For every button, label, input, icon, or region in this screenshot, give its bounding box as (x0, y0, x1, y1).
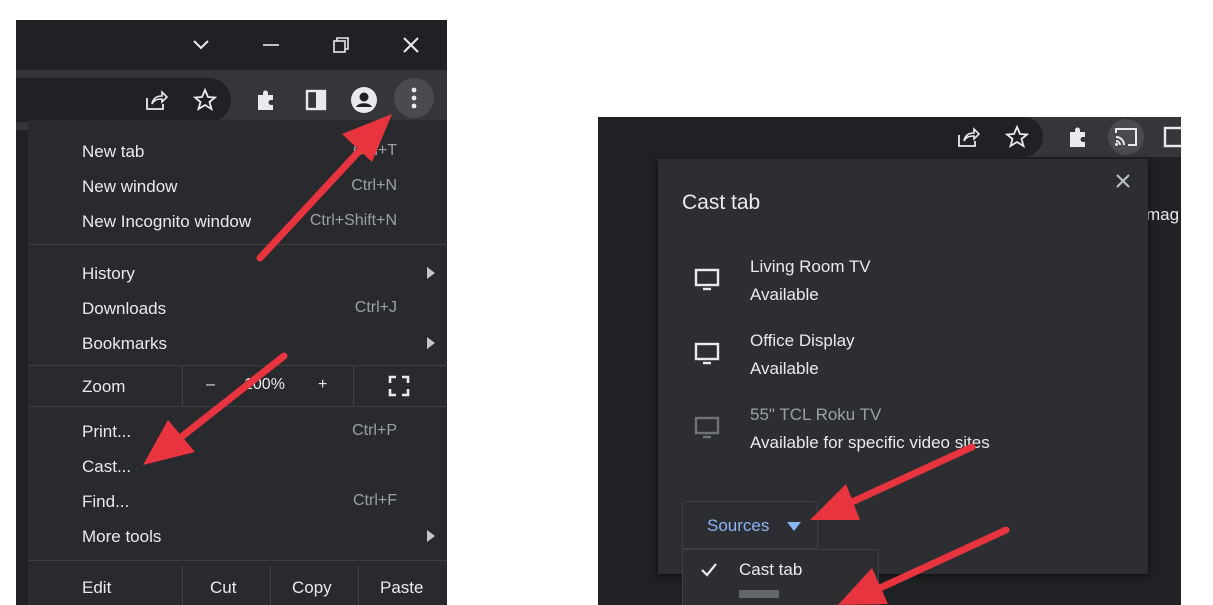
cast-dialog-screenshot: mag Cast tab Living Room TV Available Of… (598, 117, 1181, 605)
edit-row: Edit Cut Copy Paste (28, 566, 447, 605)
menu-item-new-window[interactable]: New window Ctrl+N (28, 169, 447, 203)
tab-search-chevron-icon[interactable] (186, 30, 216, 60)
menu-item-print[interactable]: Print... Ctrl+P (28, 414, 447, 448)
side-panel-icon[interactable] (300, 84, 332, 116)
zoom-divider (182, 366, 183, 406)
sources-dropdown-button[interactable]: Sources (682, 501, 818, 549)
address-bar[interactable] (16, 78, 231, 122)
page-text-fragment: mag (1146, 205, 1180, 224)
minimize-icon[interactable] (256, 30, 286, 60)
device-name: 55" TCL Roku TV (750, 405, 882, 424)
monitor-icon (694, 415, 720, 441)
chrome-window-menu-screenshot: New tab Ctrl+T New window Ctrl+N New Inc… (16, 20, 447, 605)
zoom-level-value: 100% (244, 376, 285, 393)
restore-icon[interactable] (326, 30, 356, 60)
menu-item-label: New tab (82, 142, 145, 161)
menu-separator (28, 406, 447, 407)
menu-item-downloads[interactable]: Downloads Ctrl+J (28, 291, 447, 325)
device-name: Office Display (750, 331, 855, 350)
zoom-row: Zoom – 100% + (28, 366, 447, 406)
menu-item-shortcut: Ctrl+T (353, 142, 397, 159)
cast-icon[interactable] (1108, 119, 1144, 155)
menu-item-shortcut: Ctrl+Shift+N (309, 212, 397, 229)
cut-button[interactable]: Cut (210, 578, 236, 598)
menu-item-label: Find... (82, 492, 130, 511)
dialog-title: Cast tab (682, 191, 761, 214)
bookmark-star-icon[interactable] (189, 84, 221, 116)
submenu-arrow-icon (427, 337, 435, 349)
menu-item-new-tab[interactable]: New tab Ctrl+T (28, 134, 447, 168)
menu-separator (28, 560, 447, 561)
close-icon[interactable] (396, 30, 426, 60)
device-office-display[interactable]: Office Display Available (682, 331, 1102, 387)
menu-item-shortcut: Ctrl+F (353, 492, 397, 509)
menu-item-new-incognito-window[interactable]: New Incognito window Ctrl+Shift+N (28, 204, 447, 238)
zoom-divider (353, 366, 354, 406)
extensions-puzzle-icon[interactable] (1062, 121, 1094, 153)
caret-down-icon (787, 522, 801, 531)
submenu-arrow-icon (427, 530, 435, 542)
device-tcl-roku-tv[interactable]: 55" TCL Roku TV Available for specific v… (682, 405, 1102, 461)
chrome-main-menu: New tab Ctrl+T New window Ctrl+N New Inc… (28, 120, 447, 605)
paste-button[interactable]: Paste (380, 578, 423, 598)
monitor-icon (694, 341, 720, 367)
sources-label: Sources (707, 516, 770, 535)
menu-item-label: New Incognito window (82, 212, 252, 231)
submenu-arrow-icon (427, 267, 435, 279)
menu-item-label: New window (82, 177, 178, 196)
share-icon[interactable] (952, 121, 984, 153)
edit-divider (358, 566, 359, 605)
device-status: Available (750, 359, 819, 378)
device-status: Available for specific video sites (750, 433, 990, 452)
menu-item-label: Cast... (82, 457, 132, 476)
menu-item-label: Downloads (82, 299, 167, 318)
extensions-puzzle-icon[interactable] (250, 84, 282, 116)
menu-item-label: Bookmarks (82, 334, 168, 353)
menu-separator (28, 244, 447, 245)
source-option-label: Cast tab (739, 560, 803, 579)
zoom-in-button[interactable]: + (318, 376, 327, 394)
device-status: Available (750, 285, 819, 304)
source-option-partial (739, 590, 779, 598)
menu-item-bookmarks[interactable]: Bookmarks (28, 326, 447, 360)
menu-item-more-tools[interactable]: More tools (28, 519, 447, 553)
menu-item-label: History (82, 264, 135, 283)
fullscreen-icon[interactable] (388, 375, 410, 397)
zoom-label: Zoom (82, 377, 126, 396)
address-bar[interactable] (598, 117, 1043, 157)
edit-divider (182, 566, 183, 605)
edit-label: Edit (82, 578, 112, 597)
checkmark-icon (699, 560, 719, 580)
device-name: Living Room TV (750, 257, 871, 276)
zoom-out-button[interactable]: – (206, 376, 215, 394)
menu-item-cast[interactable]: Cast... (28, 449, 447, 483)
title-bar (16, 20, 447, 70)
chrome-menu-kebab-icon[interactable] (394, 78, 434, 118)
dialog-close-icon[interactable] (1113, 171, 1133, 191)
edit-divider (270, 566, 271, 605)
share-icon[interactable] (140, 84, 172, 116)
menu-item-history[interactable]: History (28, 256, 447, 290)
menu-item-label: Print... (82, 422, 132, 441)
browser-toolbar (598, 117, 1181, 157)
menu-item-shortcut: Ctrl+P (352, 422, 397, 439)
menu-item-label: More tools (82, 527, 162, 546)
cast-dialog: Cast tab Living Room TV Available Office… (658, 159, 1148, 574)
bookmark-star-icon[interactable] (1001, 121, 1033, 153)
menu-item-find[interactable]: Find... Ctrl+F (28, 484, 447, 518)
copy-button[interactable]: Copy (292, 578, 332, 598)
device-living-room-tv[interactable]: Living Room TV Available (682, 257, 1102, 313)
sources-menu: Cast tab (682, 549, 879, 605)
profile-avatar-icon[interactable] (348, 84, 380, 116)
menu-item-shortcut: Ctrl+J (354, 299, 397, 316)
side-panel-icon[interactable] (1158, 121, 1181, 153)
source-option-cast-tab[interactable]: Cast tab (683, 550, 880, 590)
menu-item-shortcut: Ctrl+N (351, 177, 397, 194)
monitor-icon (694, 267, 720, 293)
